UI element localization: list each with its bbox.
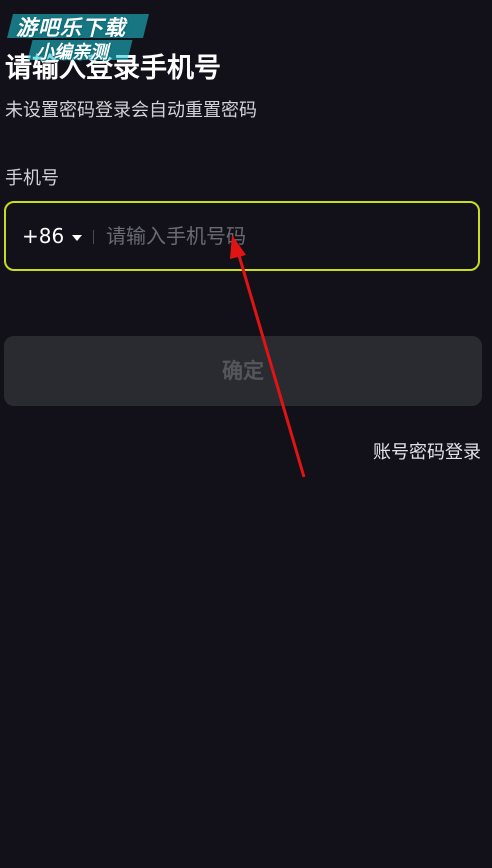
arrow-shaft [236,251,306,478]
annotation-arrow [230,235,306,478]
watermark-subtext: 小编亲测 [36,42,108,63]
arrow-head [230,235,246,259]
watermark-logo: 游吧乐下载 小编亲测 [7,10,150,70]
